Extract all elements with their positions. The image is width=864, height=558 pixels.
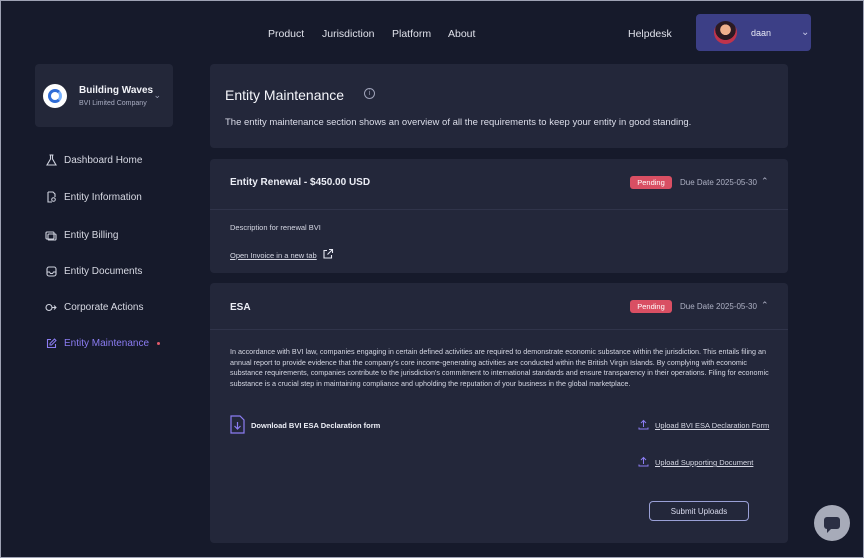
upload-icon[interactable] bbox=[638, 419, 649, 430]
sidebar-item-dashboard-home[interactable]: Dashboard Home bbox=[45, 154, 142, 166]
inbox-icon bbox=[45, 265, 57, 277]
sidebar-item-label: Dashboard Home bbox=[64, 154, 143, 166]
sidebar-item-entity-billing[interactable]: Entity Billing bbox=[45, 229, 118, 241]
top-navigation: Product Jurisdiction Platform About Help… bbox=[0, 0, 864, 64]
due-date: Due Date 2025-05-30 bbox=[680, 302, 757, 311]
divider bbox=[210, 209, 788, 210]
chevron-up-icon[interactable]: ⌃ bbox=[761, 176, 769, 187]
renewal-card: Entity Renewal - $450.00 USD Pending Due… bbox=[210, 159, 788, 273]
user-menu-button[interactable]: daan ⌄ bbox=[696, 14, 811, 51]
nav-link-platform[interactable]: Platform bbox=[392, 28, 431, 40]
submit-uploads-button[interactable]: Submit Uploads bbox=[649, 501, 749, 521]
company-logo bbox=[43, 83, 67, 108]
page-header: Entity Maintenance i The entity maintena… bbox=[210, 64, 788, 148]
avatar bbox=[714, 21, 737, 44]
active-indicator bbox=[157, 341, 161, 345]
helpdesk-link[interactable]: Helpdesk bbox=[628, 28, 672, 40]
upload-icon[interactable] bbox=[638, 456, 649, 467]
actions-icon bbox=[45, 301, 57, 313]
divider bbox=[210, 329, 788, 330]
esa-description: In accordance with BVI law, companies en… bbox=[230, 347, 769, 389]
chat-icon bbox=[824, 517, 840, 533]
sidebar-item-label: Entity Information bbox=[64, 191, 142, 203]
sidebar-item-entity-documents[interactable]: Entity Documents bbox=[45, 265, 142, 277]
sidebar-item-label: Entity Maintenance bbox=[64, 337, 150, 349]
upload-supporting-document-link[interactable]: Upload Supporting Document bbox=[655, 458, 753, 467]
entity-name: Building Waves bbox=[79, 84, 154, 96]
nav-link-jurisdiction[interactable]: Jurisdiction bbox=[322, 28, 375, 40]
nav-link-product[interactable]: Product bbox=[268, 28, 304, 40]
flask-icon bbox=[45, 154, 57, 166]
user-name: daan bbox=[751, 27, 772, 38]
entity-switcher[interactable]: Building Waves BVI Limited Company ⌄ bbox=[35, 64, 173, 127]
sidebar-item-label: Entity Documents bbox=[64, 265, 143, 277]
info-icon[interactable]: i bbox=[364, 88, 375, 99]
document-search-icon bbox=[45, 191, 57, 203]
chevron-down-icon: ⌄ bbox=[801, 27, 810, 38]
sidebar-item-label: Corporate Actions bbox=[64, 301, 144, 313]
upload-declaration-link[interactable]: Upload BVI ESA Declaration Form bbox=[655, 421, 769, 430]
sidebar-item-corporate-actions[interactable]: Corporate Actions bbox=[45, 301, 144, 313]
download-esa-form-link[interactable]: Download BVI ESA Declaration form bbox=[251, 421, 380, 430]
chevron-up-icon[interactable]: ⌃ bbox=[761, 300, 769, 311]
open-invoice-link[interactable]: Open Invoice in a new tab bbox=[230, 251, 317, 260]
sidebar-item-entity-information[interactable]: Entity Information bbox=[45, 191, 142, 203]
external-link-icon[interactable] bbox=[322, 248, 334, 260]
chat-button[interactable] bbox=[814, 505, 850, 541]
nav-link-about[interactable]: About bbox=[448, 28, 475, 40]
renewal-title: Entity Renewal - $450.00 USD bbox=[230, 177, 371, 188]
sidebar-item-label: Entity Billing bbox=[64, 229, 119, 241]
entity-type: BVI Limited Company bbox=[79, 99, 147, 107]
page-title: Entity Maintenance bbox=[225, 87, 345, 103]
renewal-description: Description for renewal BVI bbox=[230, 223, 321, 232]
page-description: The entity maintenance section shows an … bbox=[225, 117, 692, 128]
edit-icon bbox=[45, 337, 57, 349]
download-document-icon[interactable] bbox=[230, 415, 245, 434]
chevron-down-icon: ⌄ bbox=[153, 90, 161, 100]
status-badge: Pending bbox=[630, 300, 672, 313]
sidebar-item-entity-maintenance[interactable]: Entity Maintenance bbox=[45, 337, 161, 349]
esa-title: ESA bbox=[230, 302, 251, 313]
status-badge: Pending bbox=[630, 176, 672, 189]
due-date: Due Date 2025-05-30 bbox=[680, 178, 757, 187]
esa-card: ESA Pending Due Date 2025-05-30 ⌃ In acc… bbox=[210, 283, 788, 543]
billing-icon bbox=[45, 229, 57, 241]
